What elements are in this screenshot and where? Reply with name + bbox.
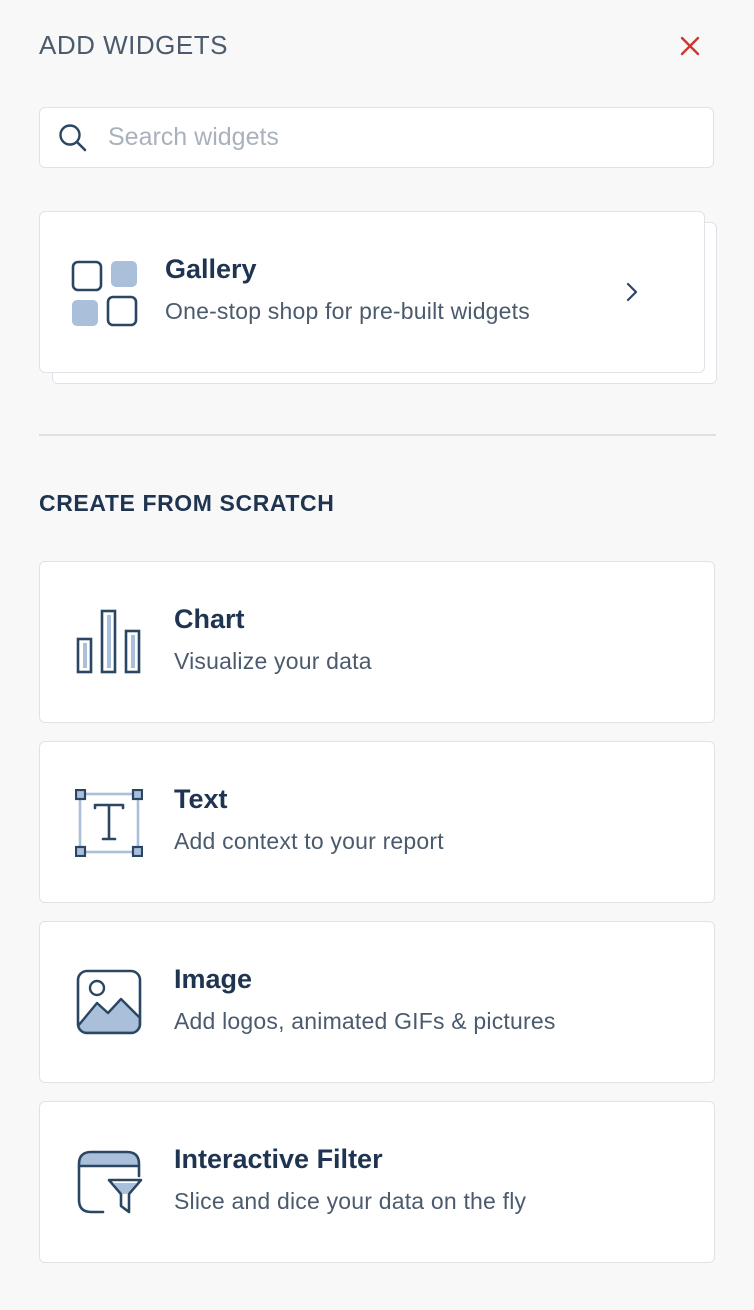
section-heading: CREATE FROM SCRATCH — [39, 490, 335, 516]
widget-title: Image — [174, 964, 253, 994]
search-icon — [56, 121, 90, 155]
widget-description: Add context to your report — [174, 828, 444, 854]
widget-title: Text — [174, 784, 228, 814]
widget-card-interactive-filter[interactable]: Interactive Filter Slice and dice your d… — [39, 1101, 715, 1263]
panel-title: ADD WIDGETS — [39, 30, 228, 60]
bar-chart-icon — [76, 609, 141, 674]
widget-card-chart[interactable]: Chart Visualize your data — [39, 561, 715, 723]
widget-description: Add logos, animated GIFs & pictures — [174, 1008, 556, 1034]
close-button[interactable] — [676, 32, 704, 60]
widget-title: Interactive Filter — [174, 1144, 383, 1174]
search-input[interactable] — [106, 122, 670, 153]
gallery-grid-icon — [71, 260, 138, 327]
widget-title: Chart — [174, 604, 245, 634]
widget-description: Slice and dice your data on the fly — [174, 1188, 527, 1214]
gallery-title: Gallery — [165, 254, 257, 284]
gallery-description: One-stop shop for pre-built widgets — [165, 298, 530, 324]
text-box-icon — [75, 789, 143, 857]
gallery-card[interactable]: Gallery One-stop shop for pre-built widg… — [39, 211, 705, 373]
search-box[interactable] — [39, 107, 714, 168]
widget-card-text[interactable]: Text Add context to your report — [39, 741, 715, 903]
image-icon — [76, 969, 142, 1035]
close-icon — [680, 36, 700, 56]
filter-icon — [77, 1150, 143, 1214]
widget-card-image[interactable]: Image Add logos, animated GIFs & picture… — [39, 921, 715, 1083]
chevron-right-icon[interactable] — [620, 280, 644, 304]
divider — [39, 434, 716, 436]
widget-description: Visualize your data — [174, 648, 372, 674]
